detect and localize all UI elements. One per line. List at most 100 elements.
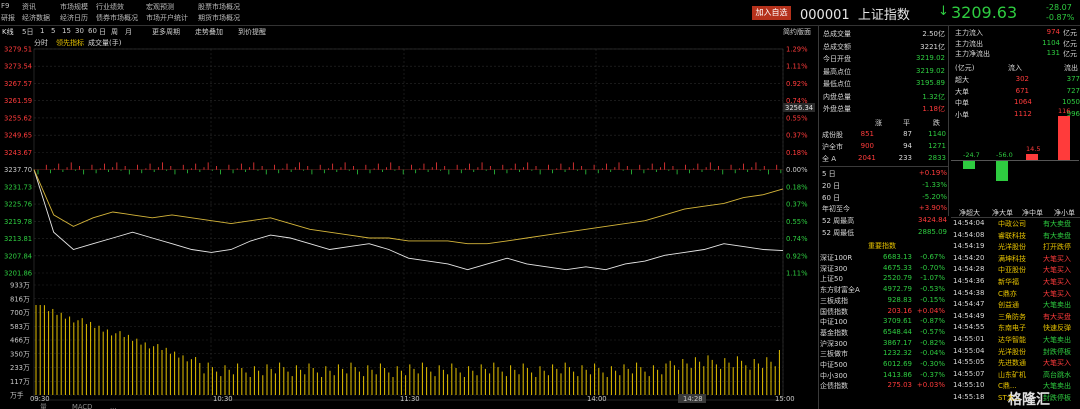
decliners: 1271 [928, 142, 946, 150]
stat-value: 3219.02 [916, 54, 945, 62]
event-type: 有大卖盘 [1043, 220, 1071, 228]
event-stock: 新华福 [998, 278, 1019, 286]
flow-row-label: 超大 [955, 76, 969, 84]
breadth-header: 平 [903, 119, 910, 127]
event-type: 大笔卖出 [1043, 382, 1071, 391]
period-label: 年初至今 [822, 205, 850, 214]
y-tick-label: 3219.78 [4, 218, 32, 226]
vol-tick-label: 350万 [10, 350, 30, 358]
intraday-chart: 3279.51 1.29% 3273.54 1.11% 3267.57 0.92% 3261… [4, 46, 815, 409]
indicator-tab[interactable]: 量 [40, 403, 47, 409]
event-type: 有大买盘 [1043, 312, 1071, 321]
index-name: 中证500 [820, 361, 848, 369]
flow-in: 302 [1015, 75, 1029, 83]
y-tick-label: 3213.81 [4, 235, 32, 243]
index-value: 1413.86 [883, 370, 912, 379]
time-tick-label: 15:00 [775, 395, 795, 403]
period-value: 2885.09 [918, 228, 947, 236]
time-tick-label: 10:30 [213, 395, 233, 403]
index-pct: -0.37% [920, 370, 945, 379]
flow-bar-label: 116 [1058, 106, 1071, 115]
event-stock: C鼎... [998, 382, 1017, 391]
flow-bar-label: 14.5 [1026, 145, 1041, 154]
index-value: 203.16 [887, 306, 913, 315]
index-pct: -0.30% [920, 360, 945, 368]
flow-bar [996, 160, 1008, 182]
crosshair-value: 3256.34 [785, 104, 813, 112]
y-pct-label: 0.18% [786, 183, 808, 191]
index-value: 1232.32 [883, 349, 912, 358]
flow-out: 727 [1066, 86, 1080, 95]
y-pct-label: 0.00% [786, 166, 808, 174]
index-pct: -0.70% [920, 263, 945, 272]
event-type: 大笔买入 [1043, 359, 1071, 368]
event-stock: C鼎亦 [998, 289, 1017, 298]
index-pct: -0.04% [920, 349, 945, 358]
stat-label: 今日开盘 [823, 55, 851, 63]
y-tick-label: 3279.51 [4, 46, 32, 54]
stat-label: 总成交额 [823, 42, 851, 51]
index-pct: -0.87% [920, 317, 945, 326]
vol-tick-label: 万手 [10, 391, 24, 400]
advancers: 900 [860, 142, 874, 150]
y-pct-label: 1.11% [786, 270, 808, 278]
indicator-tab[interactable]: ... [110, 403, 116, 409]
panel-divider [820, 166, 948, 167]
indicator-tab[interactable]: MACD [72, 403, 92, 409]
time-tick-label: 14:00 [587, 395, 607, 403]
flow-value: 1104 [1042, 38, 1060, 47]
event-time: 14:54:36 [953, 277, 985, 285]
index-value: 3709.61 [883, 317, 912, 326]
flow-row-label: 大单 [955, 87, 969, 96]
panel-divider [951, 217, 1080, 218]
unchanged: 233 [898, 154, 912, 162]
advancers: 851 [860, 130, 874, 138]
event-time: 14:54:28 [953, 265, 985, 274]
event-stock: 创益通 [998, 301, 1019, 310]
index-pct: -0.67% [920, 253, 945, 261]
event-stock: 光洋股份 [998, 243, 1026, 252]
index-name: 沪深300 [820, 339, 848, 348]
vol-tick-label: 700万 [10, 309, 30, 317]
event-type: 高台跳水 [1043, 370, 1071, 379]
index-name: 深证100R [820, 254, 853, 262]
event-stock: 先进数通 [998, 359, 1026, 368]
index-value: 2520.79 [883, 274, 912, 283]
y-tick-label: 3273.54 [4, 63, 32, 71]
vol-tick-label: 816万 [10, 295, 30, 303]
last-price: 3209.63 [951, 3, 1018, 22]
event-time: 14:54:55 [953, 323, 985, 332]
index-value: 6012.69 [883, 360, 912, 368]
vol-tick-label: 466万 [10, 337, 30, 345]
index-name: 中证100 [820, 318, 848, 327]
index-pct: -0.15% [920, 295, 945, 304]
flow-label: 主力流出 [955, 39, 983, 48]
flow-bar-label: -56.0 [996, 151, 1013, 159]
index-name: 三板成指 [820, 296, 848, 305]
period-value: +0.19% [918, 169, 947, 177]
flow-value: 131 [1046, 49, 1060, 57]
y-tick-label: 3201.86 [4, 270, 32, 278]
event-type: 大笔买入 [1043, 289, 1071, 298]
event-stock: 中政公司 [998, 220, 1026, 228]
event-stock: 满坤科技 [998, 254, 1026, 263]
event-type: 大笔买入 [1043, 278, 1071, 286]
period-value: -5.20% [922, 192, 947, 201]
period-value: 3424.84 [918, 216, 947, 225]
flow-in: 1112 [1014, 109, 1032, 118]
flow-bar [1058, 115, 1070, 160]
event-type: 打开跌停 [1043, 243, 1071, 252]
stat-value: 1.32亿 [922, 92, 945, 101]
index-pct: +0.03% [916, 381, 945, 390]
index-value: 928.83 [887, 295, 913, 304]
breadth-header: 涨 [875, 119, 882, 127]
flow-row-label: 中单 [955, 99, 969, 107]
flow-header: 流出 [1064, 64, 1078, 72]
event-stock: 睿联科技 [998, 231, 1026, 240]
flow-row-label: 小单 [955, 110, 969, 119]
breadth-label: 全 A [822, 155, 837, 163]
event-stock: 中亚股份 [998, 266, 1026, 275]
flow-unit: 亿元 [1063, 29, 1077, 37]
y-pct-label: 0.92% [786, 252, 808, 260]
breadth-label: 成份股 [822, 131, 843, 139]
